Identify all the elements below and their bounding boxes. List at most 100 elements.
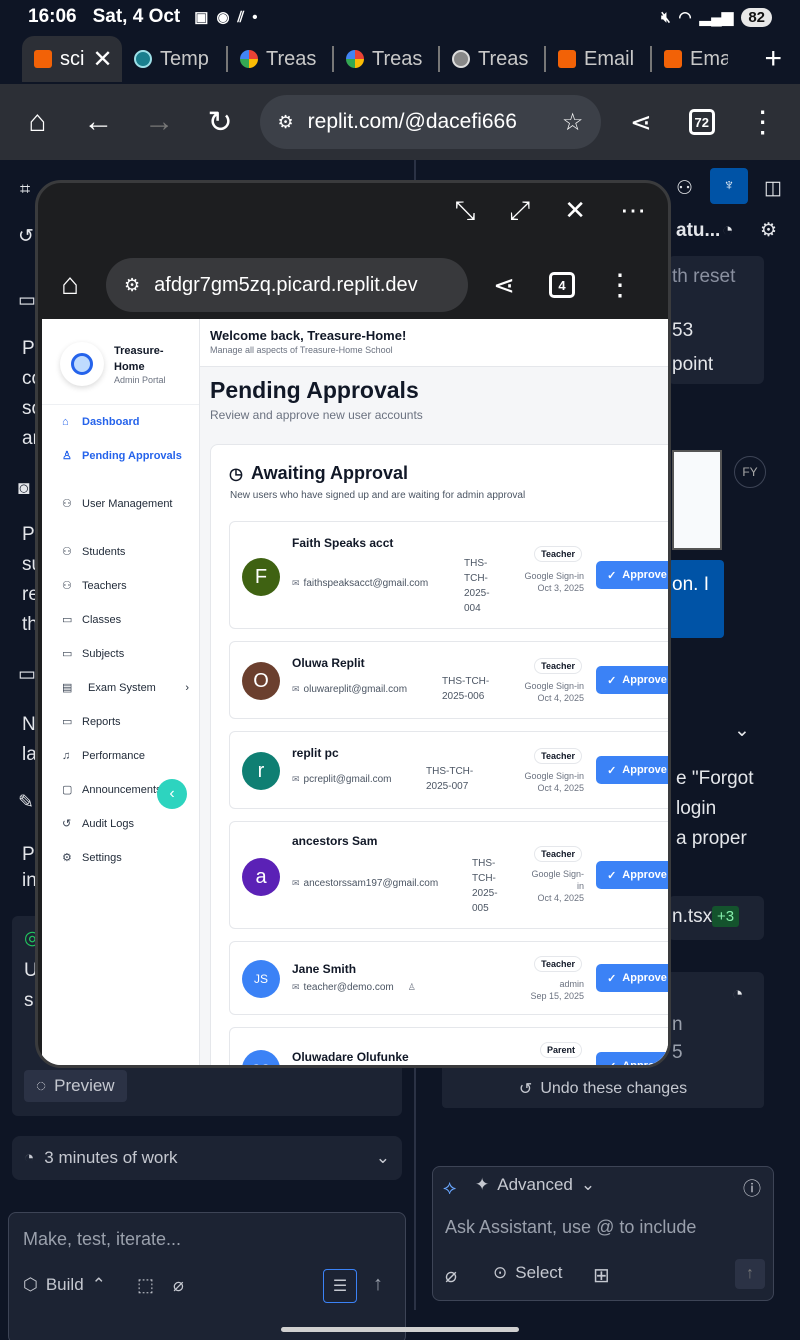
- browser-tab[interactable]: Ema: [652, 36, 728, 82]
- info-icon[interactable]: ⓘ: [743, 1175, 761, 1201]
- sidebar-item-subjects[interactable]: ▭ Subjects: [42, 647, 199, 681]
- sidebar-item-dashboard[interactable]: ⌂ Dashboard: [42, 415, 199, 449]
- home-icon[interactable]: ⌂: [48, 263, 92, 307]
- history-icon[interactable]: ↺: [18, 222, 34, 252]
- send-icon[interactable]: ↑: [373, 1273, 383, 1296]
- user-code: THS-TCH-2025-004: [464, 558, 490, 614]
- undo-changes-button[interactable]: ↺ Undo these changes: [442, 1070, 764, 1108]
- gear-icon[interactable]: ⚙: [760, 216, 777, 246]
- mail-icon: ✉: [292, 774, 300, 784]
- tab-switcher-button[interactable]: 72: [680, 100, 723, 144]
- book-icon[interactable]: ▭: [18, 286, 36, 316]
- menu-icon[interactable]: ⋮: [741, 100, 784, 144]
- back-icon[interactable]: ←: [77, 100, 120, 144]
- sidebar-item-audit-logs[interactable]: ↺ Audit Logs: [42, 817, 199, 851]
- approve-button[interactable]: ✓Approve: [596, 561, 668, 589]
- close-tab-icon[interactable]: ✕: [92, 45, 112, 74]
- workspace-icon[interactable]: ⌗: [20, 174, 30, 204]
- collapse-sidebar-button[interactable]: ‹: [157, 779, 187, 809]
- browser-tab[interactable]: Treas: [440, 36, 546, 82]
- approve-button[interactable]: ✓Approve: [596, 861, 668, 889]
- user-email: ✉ teacher@demo.com ♙: [292, 982, 416, 993]
- preview-icon: ◌: [36, 1076, 47, 1095]
- new-tab-icon[interactable]: +: [764, 42, 782, 76]
- sidebar-item-classes[interactable]: ▭ Classes: [42, 613, 199, 647]
- reload-icon[interactable]: ↻: [199, 100, 242, 144]
- approve-button[interactable]: ✓Approve: [596, 666, 668, 694]
- user-signup-meta: Google Sign-in Oct 4, 2025: [524, 681, 584, 703]
- camera-icon: ◙: [18, 478, 30, 499]
- popup-address-bar[interactable]: ⚙︎ afdgr7gm5zq.picard.replit.dev: [106, 258, 468, 312]
- browser-tab[interactable]: Treas: [334, 36, 440, 82]
- pin-button[interactable]: ♆: [710, 168, 748, 204]
- tab-label: Treas: [266, 47, 317, 70]
- settings-sliders-icon[interactable]: ☰: [323, 1269, 357, 1303]
- chevron-down-icon[interactable]: ⌄: [734, 716, 750, 746]
- minimized-custom-tab-popup: ⤡ ⤢ ✕ ⋯ ⌂ ⚙︎ afdgr7gm5zq.picard.replit.d…: [35, 180, 671, 1068]
- clock-icon: ◷: [229, 465, 243, 483]
- browser-tab[interactable]: Treas: [228, 36, 334, 82]
- add-folder-icon[interactable]: ⊞: [593, 1263, 610, 1288]
- sidebar-item-teachers[interactable]: ⚇ Teachers: [42, 579, 199, 613]
- approve-button[interactable]: ✓Approve: [596, 964, 668, 992]
- site-settings-icon[interactable]: ⚙︎: [124, 275, 140, 296]
- users-icon: ⚇: [62, 580, 72, 592]
- role-badge: Teacher: [534, 846, 582, 862]
- gauge-icon: ◔: [732, 984, 744, 1005]
- approve-button[interactable]: ✓Approve: [596, 756, 668, 784]
- attach-icon[interactable]: ⌀: [445, 1263, 457, 1288]
- add-user-icon[interactable]: ⚇: [676, 174, 693, 204]
- user-name: ancestors Sam: [292, 834, 378, 848]
- select-element-button[interactable]: ⊙ Select: [493, 1263, 563, 1283]
- send-button[interactable]: ↑: [735, 1259, 765, 1289]
- message-fragment: e "Forgot: [676, 768, 754, 789]
- more-icon[interactable]: ⋯: [620, 195, 646, 227]
- preview-button[interactable]: ◌ Preview: [24, 1070, 127, 1102]
- screenshot-thumbnail[interactable]: [672, 450, 722, 550]
- site-settings-icon[interactable]: ⚙︎: [278, 112, 294, 133]
- sidebar-item-performance[interactable]: ♫ Performance: [42, 749, 199, 783]
- user-icon: ♙: [407, 982, 416, 992]
- browser-tab[interactable]: Temp: [122, 36, 228, 82]
- menu-icon[interactable]: ⋮: [598, 263, 642, 307]
- attach-icon[interactable]: ⌀: [173, 1275, 184, 1296]
- bookmark-star-icon[interactable]: ☆: [562, 108, 584, 137]
- share-icon[interactable]: ⋖: [482, 263, 526, 307]
- tab-label: Treas: [478, 47, 529, 70]
- browser-tab-active[interactable]: sci ✕: [22, 36, 122, 82]
- build-mode-button[interactable]: ⬡ Build ⌃: [23, 1275, 106, 1295]
- mail-icon: ✉: [292, 684, 300, 694]
- composer-placeholder[interactable]: Make, test, iterate...: [23, 1229, 181, 1250]
- sidebar-item-user-management[interactable]: ⚇ User Management: [42, 497, 199, 545]
- gear-icon: ⚙: [62, 852, 72, 864]
- approve-button[interactable]: ✓Approve: [596, 1052, 668, 1065]
- avatar: JS: [242, 960, 280, 998]
- gesture-handle[interactable]: [281, 1327, 519, 1332]
- app-notification-icon: ◉: [216, 9, 230, 26]
- advanced-mode-button[interactable]: ✦ Advanced ⌄: [475, 1175, 595, 1195]
- mute-icon: 🔇︎: [661, 8, 671, 26]
- maximize-icon[interactable]: ⤢: [509, 195, 530, 227]
- split-view-icon[interactable]: ◫: [764, 174, 782, 204]
- close-icon[interactable]: ✕: [564, 195, 586, 227]
- work-progress-row[interactable]: ◔ 3 minutes of work ⌄: [12, 1136, 402, 1180]
- select-element-icon[interactable]: ⬚: [137, 1275, 154, 1296]
- role-badge: Parent: [539, 1042, 582, 1058]
- sidebar-item-students[interactable]: ⚇ Students: [42, 545, 199, 579]
- composer-placeholder[interactable]: Ask Assistant, use @ to include: [445, 1217, 696, 1238]
- sidebar-item-pending-approvals[interactable]: ♙ Pending Approvals: [42, 449, 199, 497]
- sidebar-item-exam-system[interactable]: ▤ Exam System ›: [42, 681, 199, 715]
- minimize-icon[interactable]: ⤡: [455, 195, 476, 227]
- tab-switcher-button[interactable]: 4: [540, 263, 584, 307]
- address-bar[interactable]: ⚙︎ replit.com/@dacefi666 ☆: [259, 95, 602, 149]
- sidebar-item-settings[interactable]: ⚙ Settings: [42, 851, 199, 885]
- dot-icon: •: [252, 8, 258, 26]
- sidebar-item-reports[interactable]: ▭ Reports: [42, 715, 199, 749]
- user-signup-meta: Google Sign-in Oct 4, 2025: [524, 771, 584, 793]
- summary-fragment: 53: [672, 320, 694, 341]
- share-icon[interactable]: ⋖: [619, 100, 662, 144]
- forward-icon[interactable]: →: [138, 100, 181, 144]
- tab-label: Treas: [372, 47, 423, 70]
- home-icon[interactable]: ⌂: [16, 100, 59, 144]
- browser-tab[interactable]: Email: [546, 36, 652, 82]
